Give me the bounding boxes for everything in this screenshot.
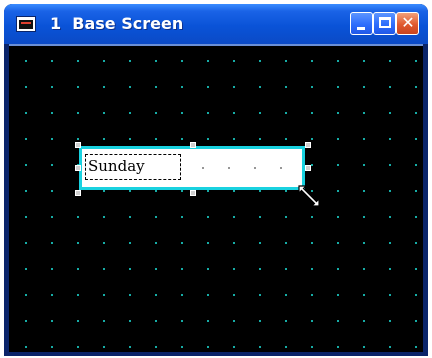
app-screen-icon[interactable] (16, 16, 36, 32)
close-button[interactable]: ✕ (396, 12, 419, 35)
resize-handle-middle-right[interactable] (305, 165, 311, 171)
text-object[interactable]: Sunday (79, 146, 305, 190)
resize-handle-top-right[interactable] (305, 142, 311, 148)
base-screen-window: 1 Base Screen ✕ Sunday (4, 4, 428, 356)
text-object-field[interactable]: Sunday (85, 154, 181, 180)
resize-handle-bottom-middle[interactable] (190, 190, 196, 196)
object-grid-dots (190, 167, 300, 169)
maximize-button[interactable] (373, 12, 396, 35)
screen-canvas[interactable]: Sunday (9, 44, 423, 352)
resize-handle-bottom-left[interactable] (75, 190, 81, 196)
resize-handle-top-middle[interactable] (190, 142, 196, 148)
minimize-button[interactable] (350, 12, 373, 35)
text-object-label: Sunday (88, 157, 145, 175)
window-title: 1 Base Screen (50, 14, 184, 33)
resize-diagonal-icon (298, 185, 320, 207)
title-bar[interactable]: 1 Base Screen ✕ (4, 4, 428, 44)
resize-handle-middle-left[interactable] (75, 165, 81, 171)
resize-handle-top-left[interactable] (75, 142, 81, 148)
close-icon: ✕ (401, 13, 415, 32)
maximize-icon (379, 17, 391, 28)
minimize-icon (357, 27, 365, 30)
